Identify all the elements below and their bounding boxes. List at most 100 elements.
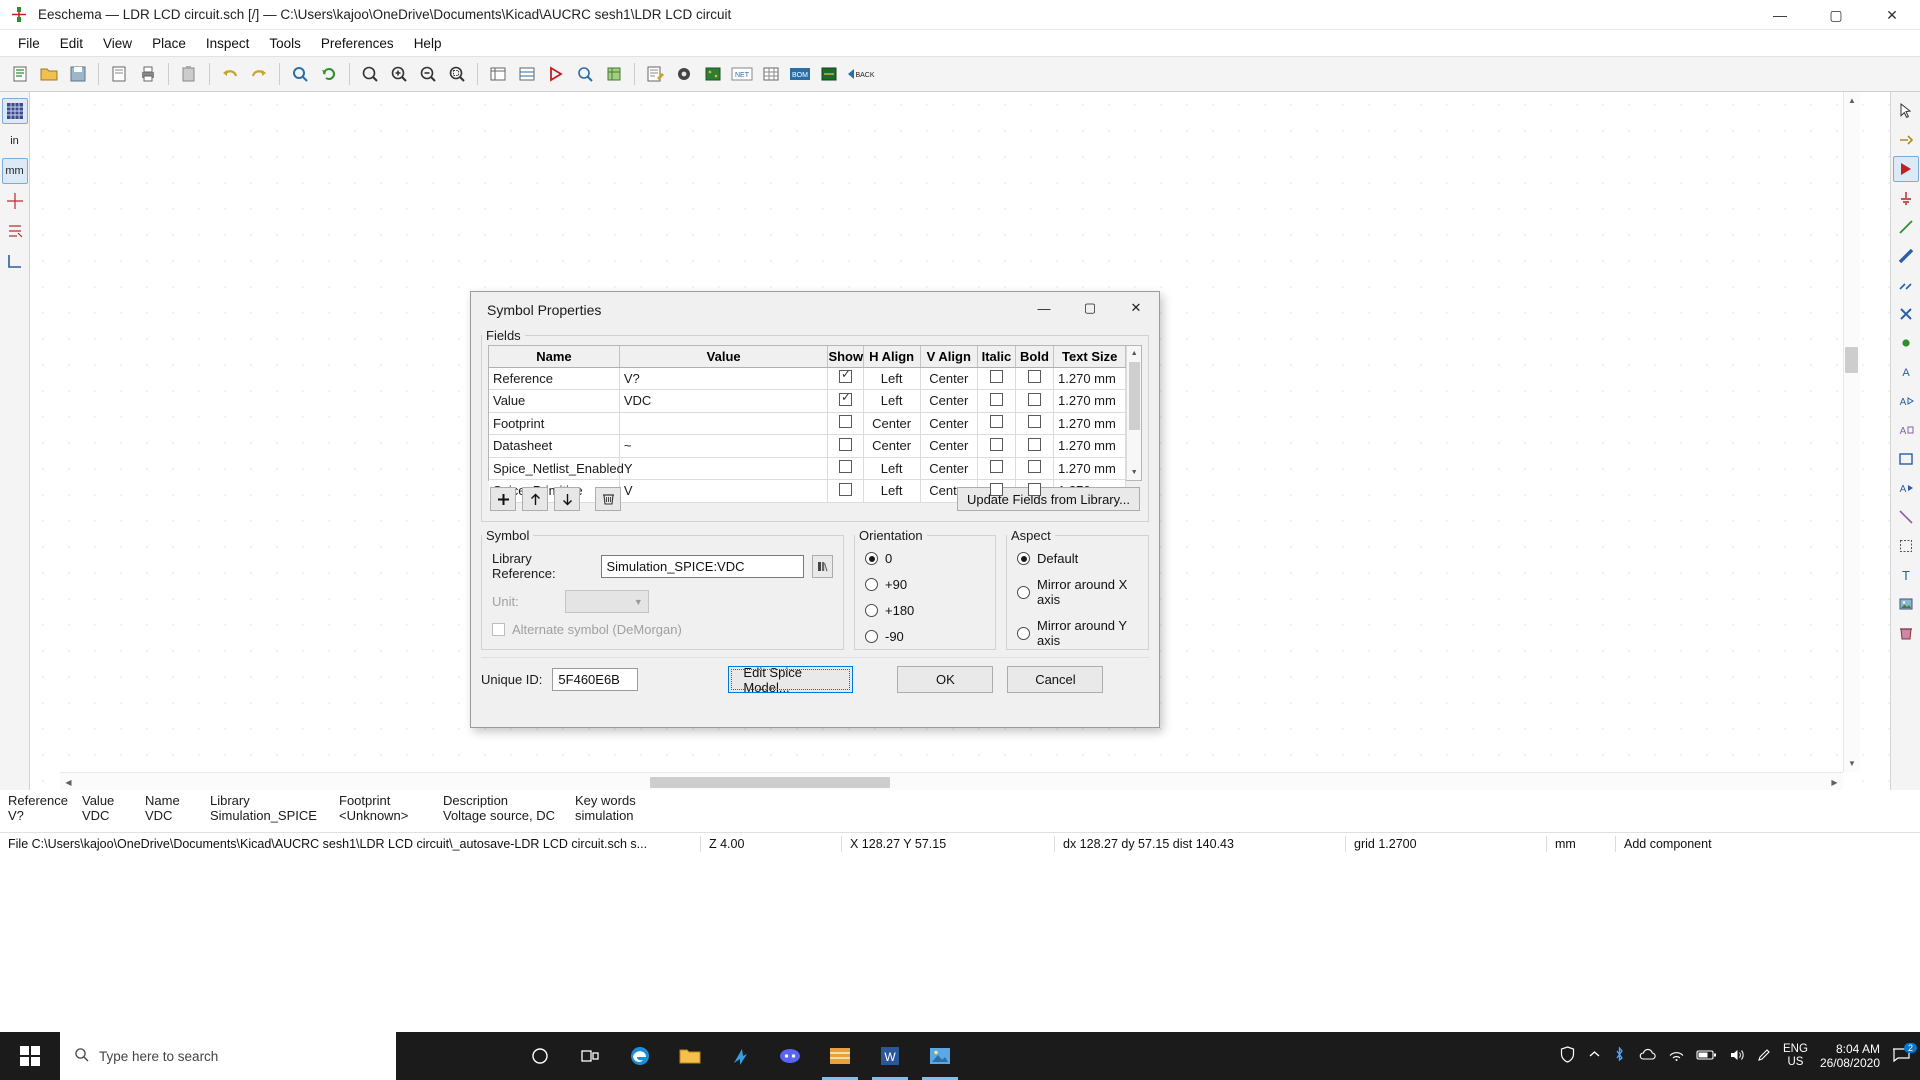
dialog-minimize-button[interactable]: — — [1021, 292, 1067, 324]
cell-bold[interactable] — [1015, 367, 1053, 390]
show-checkbox[interactable] — [839, 415, 852, 428]
draw-bus-icon[interactable] — [1893, 243, 1919, 269]
word-icon[interactable]: W — [866, 1032, 914, 1080]
footprint-assign-icon[interactable] — [513, 60, 541, 88]
cell-field-name[interactable]: Reference — [489, 367, 619, 390]
cell-field-value[interactable]: VDC — [619, 390, 828, 413]
toggle-grid-icon[interactable] — [2, 98, 28, 124]
orientation-option-minus90[interactable]: -90 — [865, 629, 985, 644]
cell-show[interactable] — [828, 435, 863, 458]
update-fields-from-library-button[interactable]: Update Fields from Library... — [957, 487, 1140, 511]
graphic-polygon-icon[interactable] — [1893, 533, 1919, 559]
file-explorer-icon[interactable] — [666, 1032, 714, 1080]
table-row[interactable]: Spice_Netlist_Enabled Y Left Center 1.27… — [489, 457, 1126, 480]
save-icon[interactable] — [64, 60, 92, 88]
aspect-option-default[interactable]: Default — [1017, 551, 1138, 566]
cell-h-align[interactable]: Left — [863, 367, 920, 390]
delete-field-button[interactable] — [595, 487, 621, 511]
bold-checkbox[interactable] — [1028, 415, 1041, 428]
cell-field-name[interactable]: Datasheet — [489, 435, 619, 458]
cell-show[interactable] — [828, 457, 863, 480]
network-icon[interactable] — [1669, 1048, 1684, 1064]
no-connect-flag-icon[interactable] — [1893, 301, 1919, 327]
aspect-option-mirror-x[interactable]: Mirror around X axis — [1017, 577, 1138, 607]
scroll-right-arrow-icon[interactable]: ▶ — [1826, 773, 1843, 790]
cancel-button[interactable]: Cancel — [1007, 666, 1103, 693]
bom-spreadsheet-icon[interactable] — [757, 60, 785, 88]
orientation-radio-plus90[interactable] — [865, 578, 878, 591]
unit-inches-icon[interactable]: in — [2, 128, 28, 154]
show-checkbox[interactable] — [839, 393, 852, 406]
pcb-editor-icon[interactable] — [699, 60, 727, 88]
scroll-down-arrow-icon[interactable]: ▼ — [1127, 465, 1141, 480]
aspect-radio-default[interactable] — [1017, 552, 1030, 565]
bold-checkbox[interactable] — [1028, 393, 1041, 406]
taskview-circle-icon[interactable] — [516, 1032, 564, 1080]
notification-center-icon[interactable]: 2 — [1892, 1047, 1910, 1066]
scroll-up-arrow-icon[interactable]: ▲ — [1127, 346, 1141, 361]
cell-h-align[interactable]: Center — [863, 412, 920, 435]
col-header-v-align[interactable]: V Align — [920, 346, 977, 367]
show-checkbox[interactable] — [839, 438, 852, 451]
redo-icon[interactable] — [245, 60, 273, 88]
windows-security-icon[interactable] — [1559, 1046, 1576, 1066]
cursor-fullscreen-icon[interactable] — [2, 188, 28, 214]
horizontal-scrollbar-thumb[interactable] — [650, 777, 890, 788]
battery-icon[interactable] — [1696, 1049, 1717, 1064]
cell-field-value[interactable]: V — [619, 480, 828, 503]
ok-button[interactable]: OK — [897, 666, 993, 693]
cell-show[interactable] — [828, 390, 863, 413]
orientation-option-0[interactable]: 0 — [865, 551, 985, 566]
italic-checkbox[interactable] — [990, 370, 1003, 383]
erc-icon[interactable] — [542, 60, 570, 88]
open-icon[interactable] — [35, 60, 63, 88]
cell-bold[interactable] — [1015, 390, 1053, 413]
window-maximize-button[interactable]: ▢ — [1808, 0, 1864, 30]
browse-library-icon[interactable] — [812, 555, 833, 578]
hierarchical-label-icon[interactable]: A — [1893, 417, 1919, 443]
cell-field-name[interactable]: Value — [489, 390, 619, 413]
place-symbol-icon[interactable] — [1893, 156, 1919, 182]
aspect-option-mirror-y[interactable]: Mirror around Y axis — [1017, 618, 1138, 648]
menu-place[interactable]: Place — [142, 33, 196, 54]
add-field-button[interactable] — [490, 487, 516, 511]
new-sheet-icon[interactable] — [6, 60, 34, 88]
canvas-horizontal-scrollbar[interactable]: ◀ ▶ — [60, 772, 1843, 790]
menu-preferences[interactable]: Preferences — [311, 33, 404, 54]
scrollbar-thumb[interactable] — [1129, 362, 1140, 430]
table-row[interactable]: Value VDC Left Center 1.270 mm — [489, 390, 1126, 413]
cell-show[interactable] — [828, 412, 863, 435]
cell-italic[interactable] — [977, 390, 1015, 413]
cell-bold[interactable] — [1015, 412, 1053, 435]
cell-v-align[interactable]: Center — [920, 390, 977, 413]
eeschema-icon[interactable] — [816, 1032, 864, 1080]
canvas-vertical-scrollbar[interactable]: ▲ ▼ — [1843, 92, 1860, 772]
scroll-down-arrow-icon[interactable]: ▼ — [1844, 755, 1860, 772]
cell-field-value[interactable]: Y — [619, 457, 828, 480]
unit-select[interactable]: ▼ — [565, 590, 649, 613]
menu-help[interactable]: Help — [404, 33, 452, 54]
zoom-area-icon[interactable] — [443, 60, 471, 88]
cell-bold[interactable] — [1015, 435, 1053, 458]
table-row[interactable]: Footprint Center Center 1.270 mm — [489, 412, 1126, 435]
orientation-radio-plus180[interactable] — [865, 604, 878, 617]
back-annotate-icon[interactable]: BACK — [844, 60, 878, 88]
cell-italic[interactable] — [977, 435, 1015, 458]
cell-v-align[interactable]: Center — [920, 435, 977, 458]
undo-icon[interactable] — [216, 60, 244, 88]
scroll-up-arrow-icon[interactable]: ▲ — [1844, 92, 1860, 109]
dialog-close-button[interactable]: ✕ — [1113, 292, 1159, 324]
table-row[interactable]: Datasheet ~ Center Center 1.270 mm — [489, 435, 1126, 458]
cell-field-value[interactable]: V? — [619, 367, 828, 390]
show-checkbox[interactable] — [839, 460, 852, 473]
bom-icon[interactable]: BOM — [786, 60, 814, 88]
cell-h-align[interactable]: Left — [863, 457, 920, 480]
cell-text-size[interactable]: 1.270 mm — [1054, 435, 1126, 458]
italic-checkbox[interactable] — [990, 393, 1003, 406]
italic-checkbox[interactable] — [990, 438, 1003, 451]
bluetooth-icon[interactable] — [1613, 1047, 1626, 1065]
move-up-button[interactable] — [522, 487, 548, 511]
orientation-radio-0[interactable] — [865, 552, 878, 565]
print-icon[interactable] — [134, 60, 162, 88]
symbol-editor-icon[interactable] — [571, 60, 599, 88]
